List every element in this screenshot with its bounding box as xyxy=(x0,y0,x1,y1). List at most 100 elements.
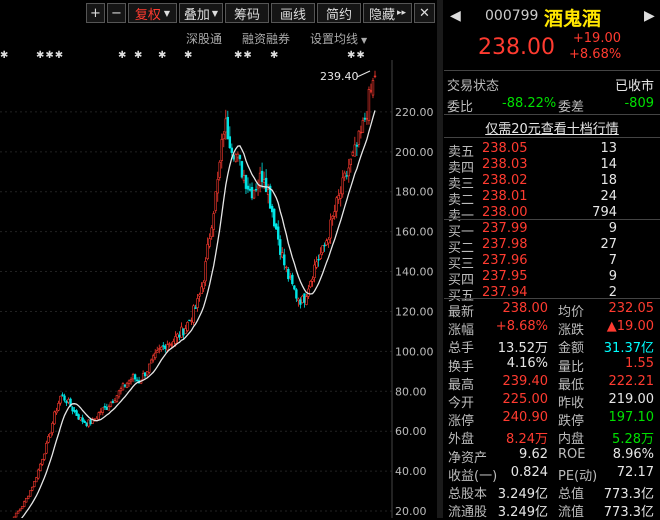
junxian-label: 设置均线 xyxy=(310,32,359,46)
next-stock-icon[interactable]: ▶ xyxy=(644,8,655,24)
stat-label: 涨幅 xyxy=(448,323,475,339)
kline-chart[interactable]: 220.00 200.00 180.00 160.00 140.00 120.00 100.… xyxy=(0,60,437,518)
stat-row: 换手 4.16% 量比 1.55 xyxy=(444,356,660,375)
candle-body xyxy=(325,240,328,246)
candle-body xyxy=(270,206,274,213)
stat-value: 773.3亿 xyxy=(603,505,654,520)
candle-body xyxy=(77,414,80,420)
candle-body xyxy=(43,453,46,460)
candle-body xyxy=(27,495,30,499)
candle-body xyxy=(53,411,56,425)
stat-value: 222.21 xyxy=(608,373,655,389)
candle-body xyxy=(218,161,221,178)
candle-body xyxy=(343,172,346,178)
candle-body xyxy=(75,410,78,416)
candle-body xyxy=(216,179,219,194)
prev-stock-icon[interactable]: ◀ xyxy=(450,8,461,24)
candle-body xyxy=(79,417,82,421)
candle-body xyxy=(347,167,350,177)
candle-body xyxy=(256,185,260,189)
rongzi-link[interactable]: 融资融券 xyxy=(242,30,290,47)
close-icon[interactable]: ✕ xyxy=(414,3,435,23)
candle-body xyxy=(317,259,320,261)
candle-body xyxy=(123,384,127,387)
order-volume: 7 xyxy=(608,253,617,268)
stat-row: 总手 13.52万 金额 31.37亿 xyxy=(444,337,660,357)
divider xyxy=(444,298,660,299)
candle-body xyxy=(174,336,177,344)
candle-body xyxy=(71,407,74,412)
order-price: 238.05 xyxy=(482,141,528,156)
stat-label: 外盘 xyxy=(448,432,475,448)
diejia-dropdown[interactable]: 叠加 ▼ xyxy=(179,3,223,23)
candle-body xyxy=(180,326,183,338)
stat-label: 量比 xyxy=(558,359,585,375)
candle-body xyxy=(339,192,342,199)
order-price: 237.96 xyxy=(482,253,528,268)
candle-body xyxy=(45,442,48,454)
candle-body xyxy=(252,189,256,199)
candle-body xyxy=(67,399,70,403)
upgrade-link[interactable]: 仅需20元查看十档行情 xyxy=(444,118,660,137)
huaxian-button[interactable]: 画线 xyxy=(271,3,315,23)
y-tick-label: 140.00 xyxy=(395,266,434,279)
y-tick-label: 60.00 xyxy=(395,425,427,438)
candle-body xyxy=(51,422,54,433)
jianyue-button[interactable]: 简约 xyxy=(317,3,361,23)
candle-body xyxy=(20,506,24,510)
stat-row: 外盘 8.24万 内盘 5.28万 xyxy=(444,428,660,448)
candle-body xyxy=(266,189,270,196)
fuquan-dropdown[interactable]: 复权 ▼ xyxy=(128,3,177,23)
y-tick-label: 100.00 xyxy=(395,345,434,358)
candle-body xyxy=(14,512,18,518)
stat-label: 金额 xyxy=(558,341,585,357)
zoom-out-button[interactable]: − xyxy=(107,3,126,23)
candle-body xyxy=(119,388,123,392)
candle-body xyxy=(61,394,64,396)
candle-body xyxy=(222,133,225,140)
candle-body xyxy=(295,289,298,299)
stat-value: 240.90 xyxy=(502,410,549,426)
stat-label: 涨停 xyxy=(448,414,475,430)
stat-value: 3.249亿 xyxy=(497,487,548,502)
candle-body xyxy=(160,346,163,351)
candle-body xyxy=(204,261,207,282)
status-label: 交易状态 xyxy=(447,79,500,94)
double-chevron-right-icon: ▸▸ xyxy=(396,8,407,18)
candle-body xyxy=(287,268,290,280)
candle-body xyxy=(349,158,353,165)
stat-label: 总手 xyxy=(448,341,475,357)
stat-row: 收益(一) 0.824 PE(动) 72.17 xyxy=(444,464,660,484)
y-tick-label: 160.00 xyxy=(395,226,434,239)
shengutong-link[interactable]: 深股通 xyxy=(186,30,222,47)
candle-body xyxy=(24,497,28,503)
stat-label: ROE xyxy=(558,446,586,462)
candle-body xyxy=(176,333,179,338)
stat-label: 跌停 xyxy=(558,414,585,430)
candle-body xyxy=(206,243,209,260)
candle-body xyxy=(194,307,197,309)
candle-body xyxy=(81,417,84,422)
weicha-label: 委差 xyxy=(558,100,585,115)
candle-body xyxy=(329,219,332,239)
junxian-dropdown[interactable]: 设置均线 ▼ xyxy=(310,30,367,47)
candle-body xyxy=(236,153,240,158)
stat-row: 涨幅 +8.68% 涨跌 ▲19.00 xyxy=(444,319,660,339)
candle-body xyxy=(289,276,292,278)
yincang-label: 隐藏 xyxy=(368,7,395,23)
zoom-in-button[interactable]: + xyxy=(86,3,105,23)
order-volume: 14 xyxy=(600,157,617,172)
chouma-button[interactable]: 筹码 xyxy=(225,3,269,23)
candle-body xyxy=(361,120,365,133)
stat-label: 流值 xyxy=(558,505,585,520)
candle-body xyxy=(200,286,203,294)
stat-row: 最高 239.40 最低 222.21 xyxy=(444,373,660,393)
candle-body xyxy=(57,403,60,411)
yincang-button[interactable]: 隐藏 ▸▸ xyxy=(363,3,412,23)
candle-body xyxy=(188,319,191,322)
scrollbar[interactable] xyxy=(437,0,443,518)
candle-body xyxy=(212,213,215,230)
stat-value: 72.17 xyxy=(616,464,654,480)
stat-value: 9.62 xyxy=(519,446,548,462)
stat-label: 换手 xyxy=(448,359,475,375)
